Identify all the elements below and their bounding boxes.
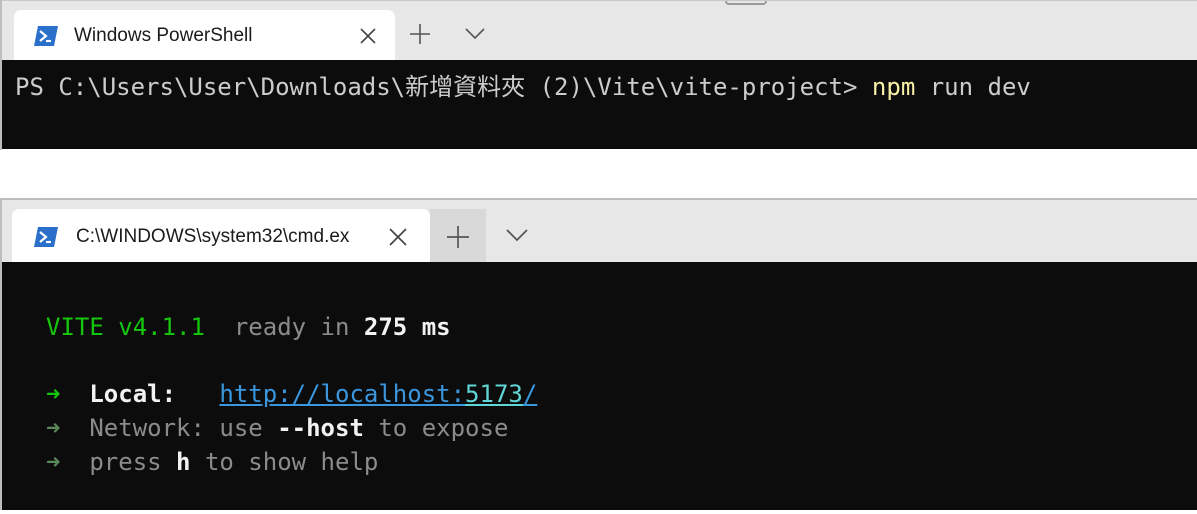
command-args: run dev [915, 73, 1031, 101]
chevron-down-icon [506, 228, 528, 241]
local-url-line: ➜ Local: http://localhost:5173/ [46, 379, 537, 409]
command-line: PS C:\Users\User\Downloads\新增資料夾 (2)\Vit… [15, 72, 1031, 102]
tab-dropdown-button[interactable] [502, 220, 532, 250]
powershell-icon [34, 226, 58, 247]
arrow-icon: ➜ [46, 414, 61, 442]
terminal-output[interactable]: PS C:\Users\User\Downloads\新增資料夾 (2)\Vit… [2, 60, 1197, 149]
network-label: Network: [60, 414, 220, 442]
tab-title: C:\WINDOWS\system32\cmd.ex [76, 225, 350, 247]
cmd-window: C:\WINDOWS\system32\cmd.ex VITE v4.1.1 r… [0, 198, 1197, 510]
tab-bar: Windows PowerShell [0, 0, 1197, 61]
powershell-icon [34, 25, 58, 46]
new-tab-button[interactable] [430, 209, 486, 264]
tab-dropdown-button[interactable] [460, 19, 490, 49]
tab-title: Windows PowerShell [74, 24, 253, 46]
new-tab-button[interactable] [405, 17, 435, 51]
ready-text: ready in [204, 313, 364, 341]
plus-icon [410, 24, 430, 44]
terminal-output[interactable]: VITE v4.1.1 ready in 275 ms ➜ Local: htt… [2, 262, 1197, 510]
network-tail: to expose [363, 414, 509, 442]
tab-bar: C:\WINDOWS\system32\cmd.ex [0, 198, 1197, 264]
window-edge [0, 198, 2, 510]
chevron-down-icon [465, 28, 485, 40]
window-notch [725, 1, 767, 5]
help-key: h [176, 448, 191, 476]
press-text: press [60, 448, 177, 476]
arrow-icon: ➜ [46, 380, 61, 408]
local-url-link[interactable]: http://localhost:5173/ [219, 380, 537, 408]
tab-windows-powershell[interactable]: Windows PowerShell [14, 10, 395, 61]
vite-version: v4.1.1 [103, 313, 205, 341]
help-line: ➜ press h to show help [46, 447, 378, 477]
vite-name: VITE [46, 313, 104, 341]
host-flag: --host [277, 414, 364, 442]
press-tail: to show help [190, 448, 379, 476]
arrow-icon: ➜ [46, 448, 61, 476]
powershell-window: Windows PowerShell PS C:\Users\User\Down… [0, 0, 1197, 150]
plus-icon [447, 225, 469, 248]
ready-time: 275 [363, 313, 408, 341]
local-label: Local: [60, 380, 177, 408]
ready-unit: ms [407, 313, 451, 341]
command-text: npm [871, 73, 916, 101]
network-line: ➜ Network: use --host to expose [46, 413, 508, 443]
close-icon[interactable] [359, 27, 377, 45]
tab-cmd[interactable]: C:\WINDOWS\system32\cmd.ex [12, 209, 430, 264]
vite-ready-line: VITE v4.1.1 ready in 275 ms [46, 312, 451, 342]
network-use: use [219, 414, 278, 442]
window-edge [0, 0, 2, 150]
prompt-text: PS C:\Users\User\Downloads\新增資料夾 (2)\Vit… [15, 73, 872, 101]
close-icon[interactable] [388, 227, 408, 247]
